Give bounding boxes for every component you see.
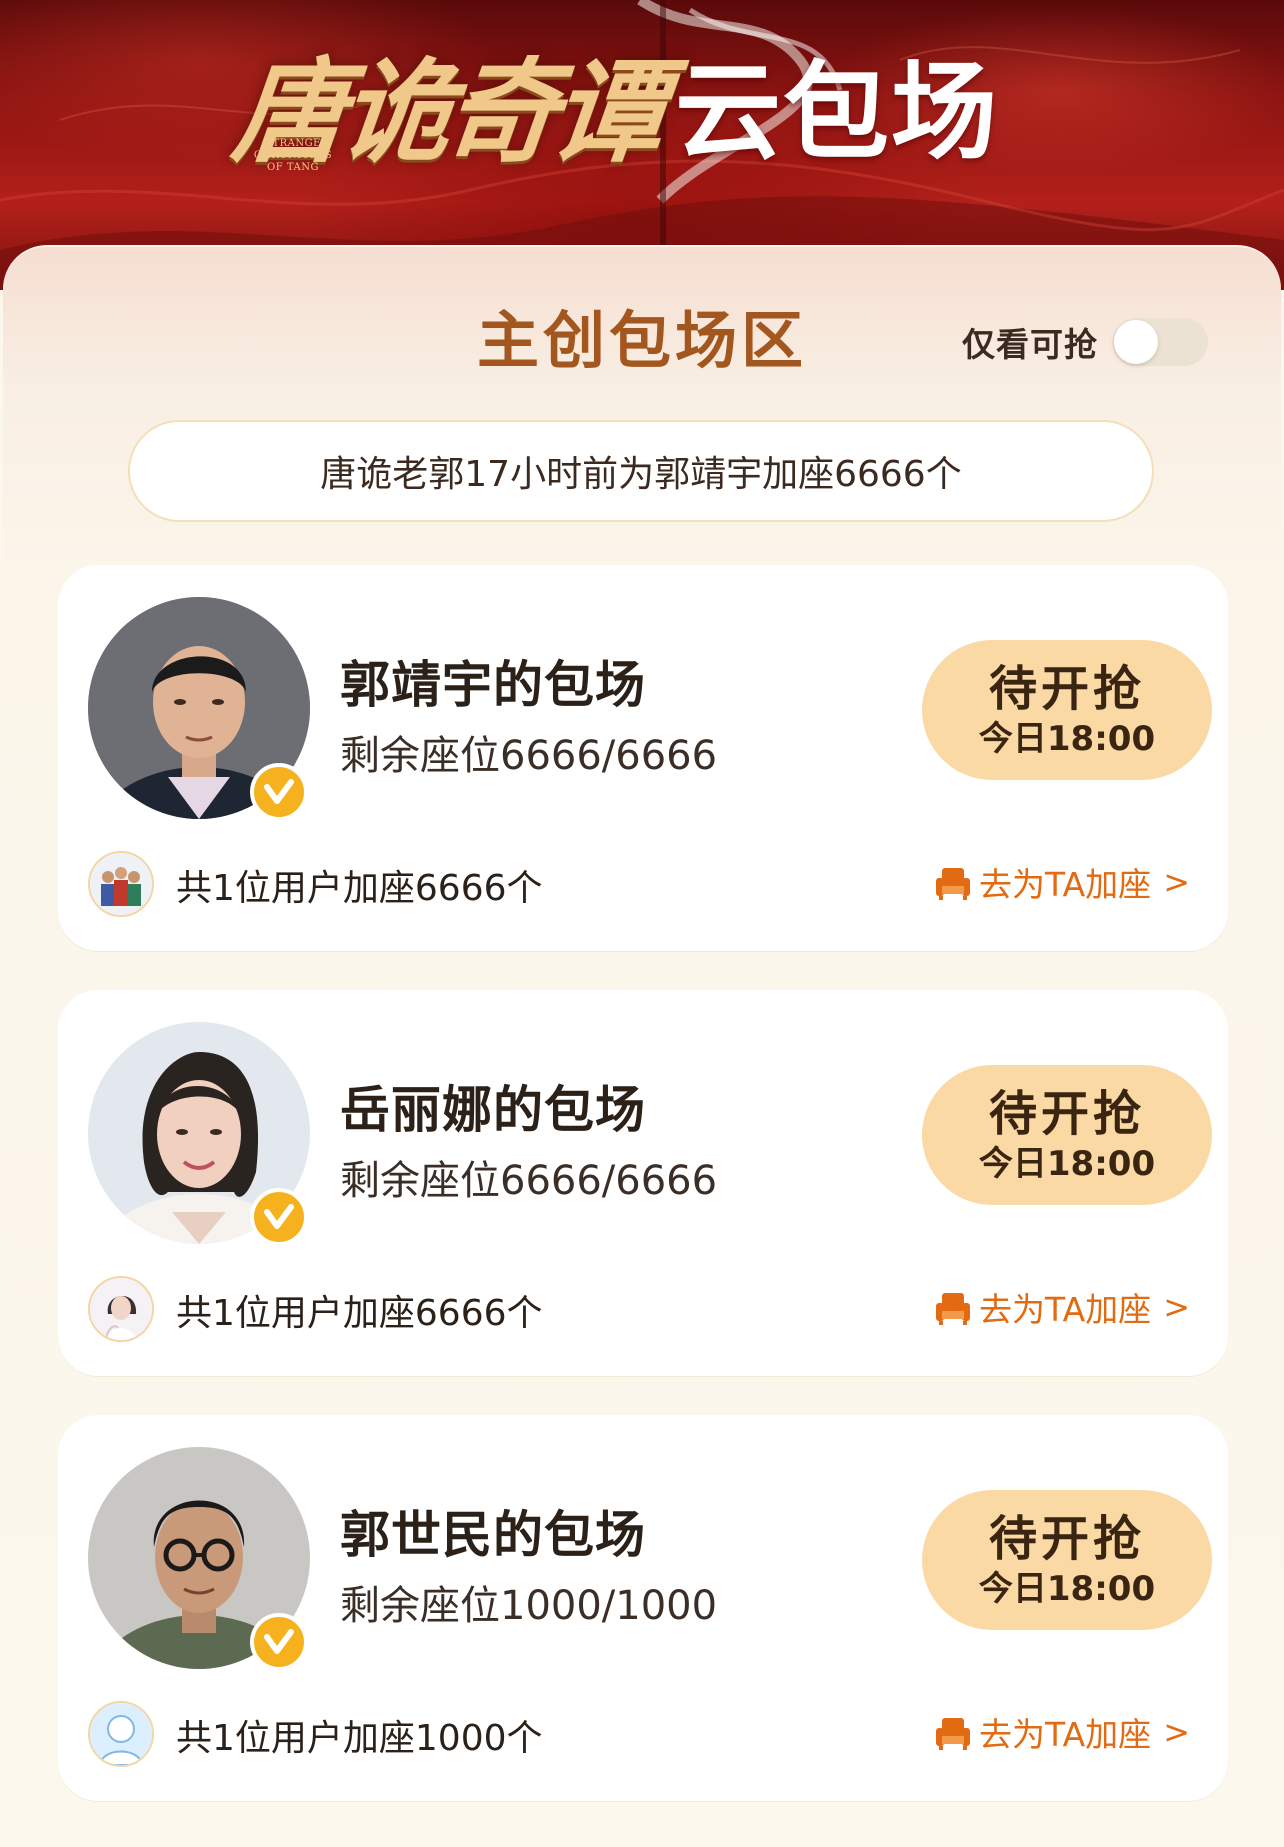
remaining-seats: 剩余座位1000/1000	[340, 1583, 718, 1629]
toggle-label: 仅看可抢	[962, 325, 1098, 364]
latest-activity-notice: 唐诡老郭17小时前为郭靖宇加座6666个	[128, 420, 1154, 522]
verified-badge-icon	[250, 1188, 308, 1246]
only-available-toggle[interactable]	[1112, 318, 1208, 366]
verified-badge-icon	[250, 763, 308, 821]
supporter-avatar	[88, 1701, 154, 1767]
sofa-seat-icon	[936, 1293, 971, 1325]
grab-status-label: 待开抢	[988, 1086, 1145, 1142]
drama-english-title: STRANGE CHRONICLES OF TANG	[253, 138, 333, 173]
grab-time-label: 今日18:00	[978, 1144, 1156, 1184]
supporter-avatar	[88, 851, 154, 917]
add-seat-label: 去为TA加座	[979, 1715, 1152, 1754]
only-available-toggle-group[interactable]: 仅看可抢	[962, 316, 1208, 368]
sofa-seat-icon	[936, 1718, 971, 1750]
screening-card: 岳丽娜的包场 剩余座位6666/6666 待开抢 今日18:00 共1位用户加座…	[58, 990, 1228, 1376]
screening-name: 郭靖宇的包场	[340, 656, 646, 714]
sofa-seat-icon	[936, 868, 971, 900]
screening-name: 岳丽娜的包场	[340, 1081, 646, 1139]
supporters-summary: 共1位用户加座6666个	[176, 868, 543, 909]
cloud-screening-title: 云包场	[675, 51, 999, 174]
grab-status-label: 待开抢	[988, 661, 1145, 717]
screening-card: 郭靖宇的包场 剩余座位6666/6666 待开抢 今日18:00 共1位用户加座…	[58, 565, 1228, 951]
chevron-right-icon: >	[1163, 1713, 1190, 1751]
remaining-seats: 剩余座位6666/6666	[340, 1158, 718, 1204]
grab-time-label: 今日18:00	[978, 1569, 1156, 1609]
grab-status-button[interactable]: 待开抢 今日18:00	[922, 1065, 1212, 1205]
supporters-summary: 共1位用户加座6666个	[176, 1293, 543, 1334]
grab-status-button[interactable]: 待开抢 今日18:00	[922, 640, 1212, 780]
supporter-photo-icon	[90, 1278, 152, 1340]
add-seat-link[interactable]: 去为TA加座 >	[933, 1707, 1190, 1757]
chevron-right-icon: >	[1163, 1288, 1190, 1326]
screening-name: 郭世民的包场	[340, 1506, 646, 1564]
grab-status-button[interactable]: 待开抢 今日18:00	[922, 1490, 1212, 1630]
default-user-avatar-icon	[90, 1703, 152, 1765]
remaining-seats: 剩余座位6666/6666	[340, 733, 718, 779]
add-seat-link[interactable]: 去为TA加座 >	[933, 1282, 1190, 1332]
chevron-right-icon: >	[1163, 863, 1190, 901]
verified-badge-icon	[250, 1613, 308, 1671]
toggle-knob	[1114, 320, 1158, 364]
add-seat-label: 去为TA加座	[979, 865, 1152, 904]
screening-card: 郭世民的包场 剩余座位1000/1000 待开抢 今日18:00 共1位用户加座…	[58, 1415, 1228, 1801]
supporter-photo-icon	[90, 853, 152, 915]
grab-status-label: 待开抢	[988, 1511, 1145, 1567]
add-seat-label: 去为TA加座	[979, 1290, 1152, 1329]
supporters-summary: 共1位用户加座1000个	[176, 1718, 543, 1759]
grab-time-label: 今日18:00	[978, 719, 1156, 759]
notice-text: 唐诡老郭17小时前为郭靖宇加座6666个	[320, 454, 962, 495]
add-seat-link[interactable]: 去为TA加座 >	[933, 857, 1190, 907]
supporter-avatar	[88, 1276, 154, 1342]
